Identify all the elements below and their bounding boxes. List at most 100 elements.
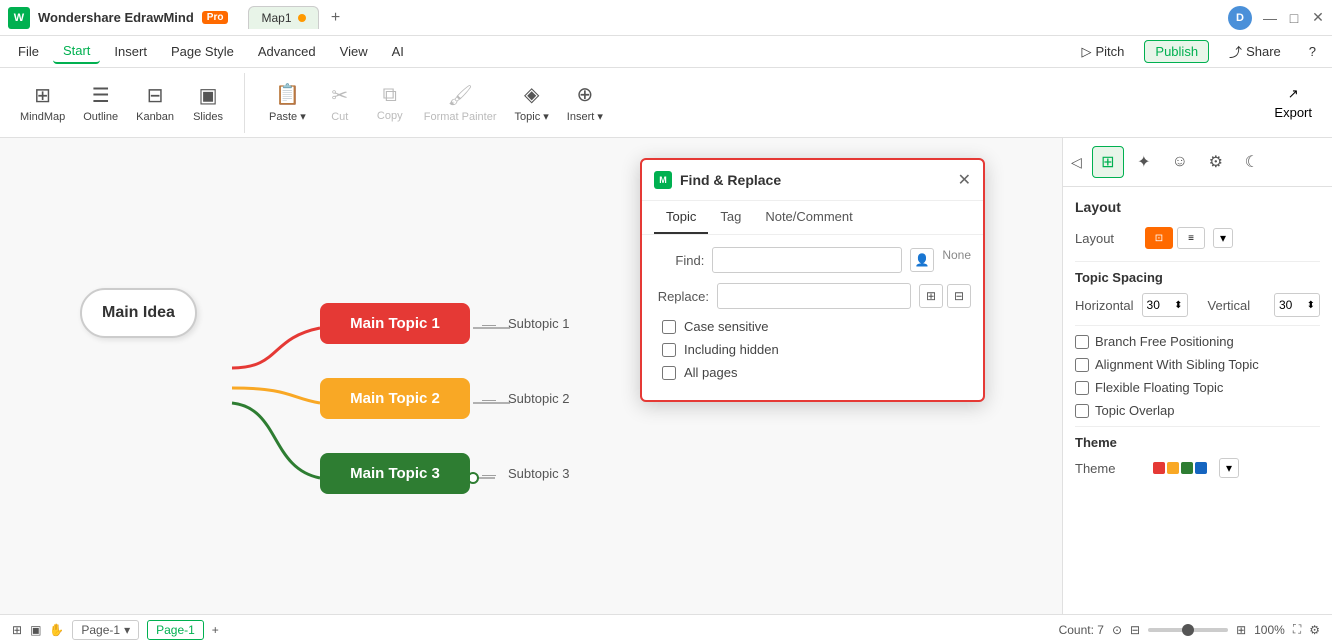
panel-ai-icon[interactable]: ✦	[1128, 146, 1160, 178]
add-tab-button[interactable]: +	[325, 7, 347, 29]
alignment-sibling-checkbox[interactable]	[1075, 358, 1089, 372]
replace-icon-1[interactable]: ⊞	[919, 284, 943, 308]
panel-layout-icon[interactable]: ⊞	[1092, 146, 1124, 178]
help-button[interactable]: ?	[1301, 41, 1324, 62]
outline-icon: ☰	[92, 83, 110, 108]
outline-button[interactable]: ☰ Outline	[75, 77, 126, 129]
branch-free-checkbox[interactable]	[1075, 335, 1089, 349]
title-bar-right: D — □ ✕	[1228, 6, 1324, 30]
including-hidden-checkbox[interactable]	[662, 343, 676, 357]
dialog-tab-note[interactable]: Note/Comment	[753, 201, 864, 234]
title-bar: W Wondershare EdrawMind Pro Map1 + D — □…	[0, 0, 1332, 36]
zoom-out-icon[interactable]: ⊟	[1130, 623, 1140, 637]
restore-button[interactable]: □	[1288, 12, 1300, 24]
mindmap-button[interactable]: ⊞ MindMap	[12, 77, 73, 129]
all-pages-checkbox[interactable]	[662, 366, 676, 380]
dialog-tab-topic[interactable]: Topic	[654, 201, 708, 234]
replace-input[interactable]	[717, 283, 911, 309]
menu-advanced[interactable]: Advanced	[248, 40, 326, 63]
slides-button[interactable]: ▣ Slides	[184, 77, 232, 129]
cut-button[interactable]: ✂ Cut	[316, 77, 364, 129]
panel-security-icon[interactable]: ⚙	[1200, 146, 1232, 178]
toolbar-right: ↗ Export	[1266, 80, 1320, 126]
menu-ai[interactable]: AI	[382, 40, 414, 63]
export-button[interactable]: ↗ Export	[1266, 80, 1320, 126]
case-sensitive-checkbox[interactable]	[662, 320, 676, 334]
find-input[interactable]	[712, 247, 902, 273]
vertical-stepper[interactable]: ⬍	[1307, 300, 1315, 311]
close-button[interactable]: ✕	[1312, 12, 1324, 24]
export-icon: ↗	[1288, 86, 1299, 102]
copy-button[interactable]: ⧉ Copy	[366, 78, 414, 128]
topic-button[interactable]: ◈ Topic ▾	[507, 76, 557, 129]
layout-option-1[interactable]: ⊡	[1145, 227, 1173, 249]
menu-view[interactable]: View	[330, 40, 378, 63]
panel-emoji-icon[interactable]: ☺	[1164, 146, 1196, 178]
kanban-label: Kanban	[136, 111, 174, 123]
layout-option-2[interactable]: ≡	[1177, 227, 1205, 249]
dialog-header: M Find & Replace ✕	[642, 160, 983, 201]
connector-dash-2: —	[482, 391, 496, 407]
pitch-button[interactable]: ▷ Pitch	[1074, 41, 1133, 63]
kanban-button[interactable]: ⊟ Kanban	[128, 77, 182, 129]
format-painter-button[interactable]: 🖌 Format Painter	[416, 77, 505, 129]
menu-start[interactable]: Start	[53, 39, 100, 64]
tab-bar: Map1 +	[248, 6, 346, 29]
layout-options: ⊡ ≡	[1145, 227, 1205, 249]
replace-icon-2[interactable]: ⊟	[947, 284, 971, 308]
doc-tab[interactable]: Map1	[248, 6, 318, 29]
page-tab-1[interactable]: Page-1 ▾	[72, 620, 139, 640]
panel-content: Layout Layout ⊡ ≡ ▾ Topic Spacing Horizo…	[1063, 187, 1332, 614]
vertical-input[interactable]: 30 ⬍	[1274, 293, 1320, 317]
main-topic-2[interactable]: Main Topic 2	[320, 378, 470, 419]
pitch-label: Pitch	[1096, 44, 1125, 59]
menu-bar-right: ▷ Pitch Publish ⤴ Share ?	[1074, 39, 1325, 64]
topic-overlap-checkbox[interactable]	[1075, 404, 1089, 418]
zoom-in-icon[interactable]: ⊞	[1236, 623, 1246, 637]
all-pages-row: All pages	[654, 365, 971, 380]
kanban-icon: ⊟	[147, 83, 164, 108]
main-topic-1[interactable]: Main Topic 1	[320, 303, 470, 344]
pro-badge: Pro	[202, 11, 229, 24]
replace-label: Replace:	[654, 289, 709, 304]
grid-icon[interactable]: ⊞	[12, 623, 22, 637]
fit-screen-icon[interactable]: ⊙	[1112, 623, 1122, 637]
paste-button[interactable]: 📋 Paste ▾	[261, 76, 314, 129]
layout-section-title: Layout	[1075, 199, 1320, 215]
pitch-icon: ▷	[1082, 44, 1092, 60]
settings-icon[interactable]: ⚙	[1309, 623, 1320, 637]
avatar[interactable]: D	[1228, 6, 1252, 30]
fit-icon[interactable]: ▣	[30, 623, 41, 637]
panel-night-icon[interactable]: ☾	[1236, 146, 1268, 178]
zoom-slider[interactable]	[1148, 628, 1228, 632]
share-button[interactable]: ⤴ Share	[1221, 39, 1289, 64]
central-node[interactable]: Main Idea	[80, 288, 197, 338]
horizontal-input[interactable]: 30 ⬍	[1142, 293, 1188, 317]
minimize-button[interactable]: —	[1264, 12, 1276, 24]
theme-color-2	[1167, 462, 1179, 474]
dialog-close-button[interactable]: ✕	[958, 170, 971, 190]
hand-icon[interactable]: ✋	[49, 623, 64, 637]
menu-page-style[interactable]: Page Style	[161, 40, 244, 63]
outline-label: Outline	[83, 111, 118, 123]
page-tab-active[interactable]: Page-1	[147, 620, 204, 640]
theme-dropdown[interactable]: ▾	[1219, 458, 1239, 478]
horizontal-stepper[interactable]: ⬍	[1174, 300, 1182, 311]
central-node-text: Main Idea	[102, 304, 175, 321]
canvas-area[interactable]: Main Idea Main Topic 1 — Subtopic 1 Main…	[0, 138, 1062, 614]
fullscreen-icon[interactable]: ⛶	[1293, 622, 1301, 637]
layout-dropdown[interactable]: ▾	[1213, 228, 1233, 248]
zoom-thumb[interactable]	[1182, 624, 1194, 636]
menu-file[interactable]: File	[8, 40, 49, 63]
insert-button[interactable]: ⊕ Insert ▾	[559, 76, 611, 129]
add-page-button[interactable]: +	[212, 623, 219, 637]
dialog-tab-tag[interactable]: Tag	[708, 201, 753, 234]
flexible-floating-checkbox[interactable]	[1075, 381, 1089, 395]
find-icon-person[interactable]: 👤	[910, 248, 934, 272]
menu-insert[interactable]: Insert	[104, 40, 157, 63]
format-painter-label: Format Painter	[424, 111, 497, 123]
main-topic-3[interactable]: Main Topic 3	[320, 453, 470, 494]
panel-collapse-button[interactable]: ◁	[1071, 154, 1082, 171]
publish-button[interactable]: Publish	[1144, 40, 1209, 63]
divider-1	[1075, 261, 1320, 262]
